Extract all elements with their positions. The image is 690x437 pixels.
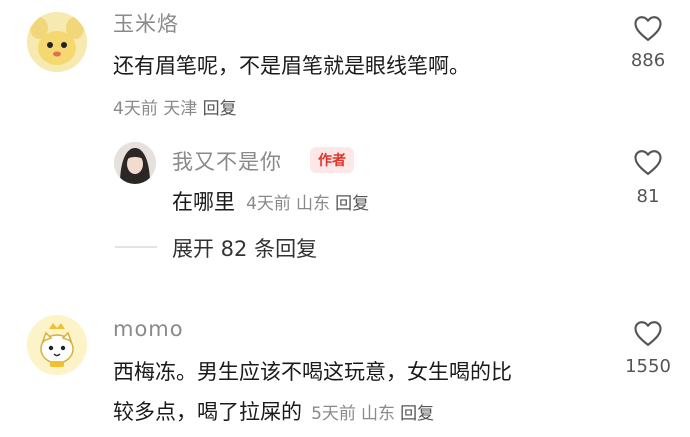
heart-outline-icon[interactable] xyxy=(633,319,663,347)
comment-text-line: 西梅冻。男生应该不喝这玩意，女生喝的比 xyxy=(113,360,512,384)
avatar[interactable] xyxy=(114,142,156,184)
location: 天津 xyxy=(163,99,198,119)
reply-button[interactable]: 回复 xyxy=(400,404,434,424)
reply: 我又不是你 作者 在哪里 4天前 山东 回复 81 xyxy=(0,130,690,220)
timestamp: 4天前 xyxy=(113,99,158,119)
timestamp: 4天前 xyxy=(246,194,291,214)
comment-text: 还有眉笔呢，不是眉笔就是眼线笔啊。 xyxy=(113,54,470,78)
comment-meta: 4天前 天津 回复 xyxy=(113,94,237,119)
expand-divider xyxy=(115,246,157,248)
username[interactable]: momo xyxy=(113,317,184,341)
like-count: 81 xyxy=(636,186,660,207)
location: 山东 xyxy=(361,404,396,424)
cartoon-avatar-icon xyxy=(27,12,87,72)
reply-button[interactable]: 回复 xyxy=(335,194,369,214)
username[interactable]: 我又不是你 xyxy=(172,146,282,176)
comment-text-line: 较多点，喝了拉屎的 xyxy=(113,400,302,424)
location: 山东 xyxy=(296,194,331,214)
avatar[interactable] xyxy=(27,12,87,72)
comment: 玉米烙 还有眉笔呢，不是眉笔就是眼线笔啊。 4天前 天津 回复 886 xyxy=(0,0,690,125)
username[interactable]: 玉米烙 xyxy=(113,8,179,38)
heart-outline-icon[interactable] xyxy=(633,14,663,42)
reply-body: 在哪里 4天前 山东 回复 xyxy=(172,186,369,216)
comment: momo 西梅冻。男生应该不喝这玩意，女生喝的比 较多点，喝了拉屎的 5天前 山… xyxy=(0,305,690,437)
like-count: 886 xyxy=(630,50,666,71)
avatar[interactable] xyxy=(27,315,87,375)
cartoon-cat-avatar-icon xyxy=(27,315,87,375)
timestamp: 5天前 xyxy=(311,404,356,424)
like-count: 1550 xyxy=(625,356,671,377)
reply-button[interactable]: 回复 xyxy=(203,99,237,119)
portrait-avatar-icon xyxy=(114,142,156,184)
author-badge: 作者 xyxy=(310,147,354,173)
heart-outline-icon[interactable] xyxy=(633,148,663,176)
comment-body: 较多点，喝了拉屎的 5天前 山东 回复 xyxy=(113,396,434,426)
expand-replies-button[interactable]: 展开 82 条回复 xyxy=(172,233,317,263)
reply-text: 在哪里 xyxy=(172,190,235,214)
